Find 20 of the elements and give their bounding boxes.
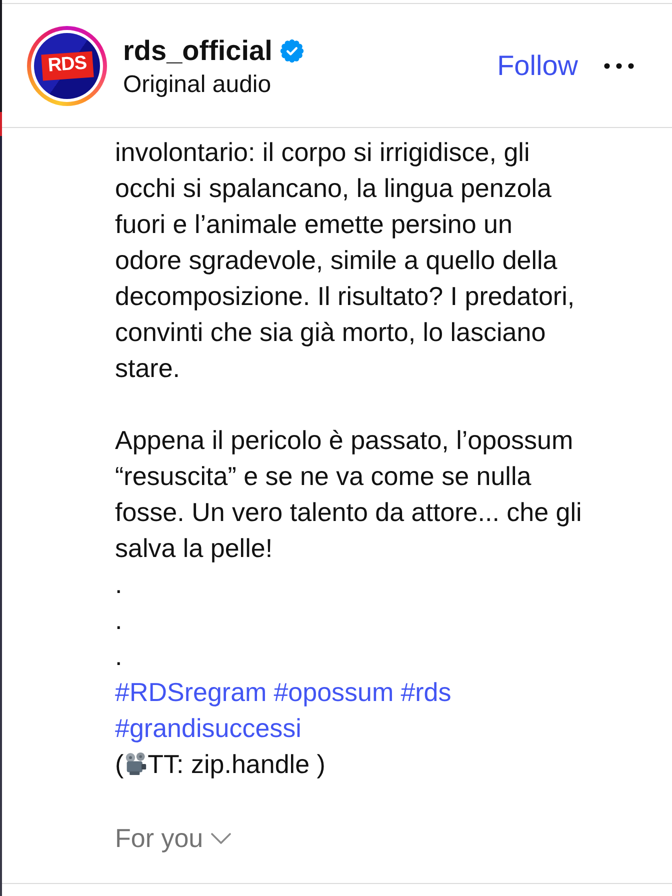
caption-dot: . (115, 605, 122, 635)
hashtag-link[interactable]: #RDSregram (115, 674, 267, 710)
caption-paragraph: involontario: il corpo si irrigidisce, gli occhi si spalancano, la lingua penzola fuori e l’animale emette persino un odore sgradevole, simile a quello della decomposizione. Il risultato? I predatori, convinti che sia già morto, lo lasciano stare. (115, 136, 576, 385)
caption-dot: . (115, 641, 122, 671)
avatar[interactable]: RDS (27, 26, 107, 106)
caption-paragraph: Appena il pericolo è passato, l’opossum “resuscita” e se ne va come se nulla fosse. Un vero talento da attore... che gli salva la pelle! (115, 424, 583, 565)
hashtag-link[interactable]: #grandisuccessi (115, 710, 302, 746)
logo-text: RDS (40, 50, 94, 80)
caption-dot: . (115, 569, 122, 599)
username[interactable]: rds_official (123, 34, 272, 68)
credit-text: ( (115, 748, 124, 781)
chevron-down-icon (211, 832, 232, 844)
more-options-icon (604, 62, 634, 68)
audio-link[interactable]: Original audio (123, 68, 272, 102)
credit-text: TT: zip.handle ) (148, 748, 326, 781)
feed-selector-button[interactable]: For you (115, 820, 232, 856)
film-projector-icon (124, 752, 147, 776)
hashtag-link[interactable]: #rds (400, 674, 452, 710)
follow-button[interactable]: Follow (497, 48, 578, 82)
hashtag-link[interactable]: #opossum (274, 674, 394, 710)
